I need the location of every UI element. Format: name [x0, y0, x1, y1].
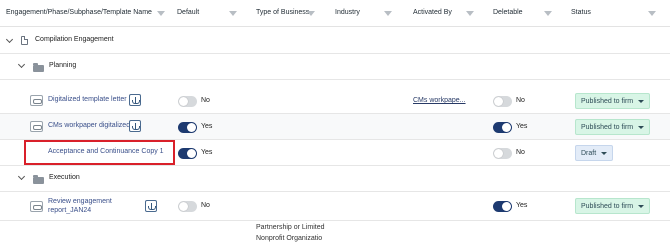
- chevron-down-icon[interactable]: [5, 35, 14, 44]
- filter-icon[interactable]: [648, 11, 656, 16]
- anchor-icon[interactable]: [129, 94, 141, 106]
- column-header-activated[interactable]: Activated By: [413, 9, 452, 16]
- deletable-value: Yes: [516, 202, 528, 209]
- default-value: No: [201, 202, 210, 209]
- caret-down-icon: [638, 99, 645, 103]
- deletable-value: No: [516, 149, 525, 156]
- status-label: Published to firm: [581, 202, 634, 210]
- caret-down-icon: [638, 125, 645, 129]
- chevron-down-icon[interactable]: [17, 172, 26, 181]
- table-row[interactable]: CMs workpaper digitalized Yes Yes Publis…: [0, 114, 670, 140]
- filter-icon[interactable]: [544, 11, 552, 16]
- link-icon[interactable]: [30, 201, 43, 212]
- filter-icon[interactable]: [466, 11, 474, 16]
- status-dropdown[interactable]: Published to firm: [575, 119, 651, 135]
- status-dropdown[interactable]: Published to firm: [575, 93, 651, 109]
- template-name-line1[interactable]: Review engagement: [48, 198, 112, 205]
- chevron-down-icon[interactable]: [17, 60, 26, 69]
- table-header: Engagement/Phase/Subphase/Template Name …: [0, 0, 670, 27]
- column-header-industry[interactable]: Industry: [335, 9, 360, 16]
- default-value: Yes: [201, 123, 213, 130]
- table-row[interactable]: Review engagement report_JAN24 No Yes Pu…: [0, 192, 670, 221]
- deletable-toggle[interactable]: [493, 201, 512, 212]
- highlight-box: [24, 140, 175, 165]
- column-header-name[interactable]: Engagement/Phase/Subphase/Template Name: [6, 9, 152, 16]
- group-row-planning[interactable]: Planning: [0, 54, 670, 80]
- group-label: Execution: [49, 174, 80, 181]
- template-name[interactable]: CMs workpaper digitalized: [48, 122, 130, 129]
- activated-by-link[interactable]: CMs workpape...: [413, 97, 466, 104]
- business-type-text: Nonprofit Organizatio: [256, 235, 323, 242]
- table-row[interactable]: Digitalized template letter No CMs workp…: [0, 88, 670, 114]
- filter-icon[interactable]: [229, 11, 237, 16]
- default-toggle[interactable]: [178, 201, 197, 212]
- engagement-row[interactable]: Compilation Engagement: [0, 27, 670, 54]
- column-header-business[interactable]: Type of Business: [256, 9, 309, 16]
- deletable-value: Yes: [516, 123, 528, 130]
- anchor-icon[interactable]: [129, 120, 141, 132]
- default-toggle[interactable]: [178, 96, 197, 107]
- default-value: No: [201, 97, 210, 104]
- deletable-toggle[interactable]: [493, 96, 512, 107]
- filter-icon[interactable]: [157, 11, 165, 16]
- deletable-toggle[interactable]: [493, 122, 512, 133]
- filter-icon[interactable]: [384, 11, 392, 16]
- document-icon: [21, 36, 28, 45]
- default-toggle[interactable]: [178, 148, 197, 159]
- caret-down-icon: [601, 151, 608, 155]
- template-name-line2[interactable]: report_JAN24: [48, 207, 91, 214]
- filter-icon[interactable]: [307, 11, 315, 16]
- link-icon[interactable]: [30, 95, 43, 106]
- caret-down-icon: [638, 204, 645, 208]
- folder-icon: [33, 175, 44, 184]
- template-name[interactable]: Digitalized template letter: [48, 96, 127, 103]
- deletable-value: No: [516, 97, 525, 104]
- status-dropdown[interactable]: Published to firm: [575, 198, 651, 214]
- status-label: Published to firm: [581, 97, 634, 105]
- engagement-label: Compilation Engagement: [35, 36, 114, 43]
- default-toggle[interactable]: [178, 122, 197, 133]
- column-header-default[interactable]: Default: [177, 9, 199, 16]
- column-header-status[interactable]: Status: [571, 9, 591, 16]
- column-header-deletable[interactable]: Deletable: [493, 9, 523, 16]
- status-label: Published to firm: [581, 123, 634, 131]
- anchor-icon[interactable]: [145, 200, 157, 212]
- link-icon[interactable]: [30, 121, 43, 132]
- group-label: Planning: [49, 62, 77, 69]
- business-type-text: Partnership or Limited: [256, 224, 325, 231]
- default-value: Yes: [201, 149, 213, 156]
- folder-icon: [33, 63, 44, 72]
- deletable-toggle[interactable]: [493, 148, 512, 159]
- status-dropdown[interactable]: Draft: [575, 145, 614, 161]
- group-row-execution[interactable]: Execution: [0, 166, 670, 192]
- status-label: Draft: [581, 149, 597, 157]
